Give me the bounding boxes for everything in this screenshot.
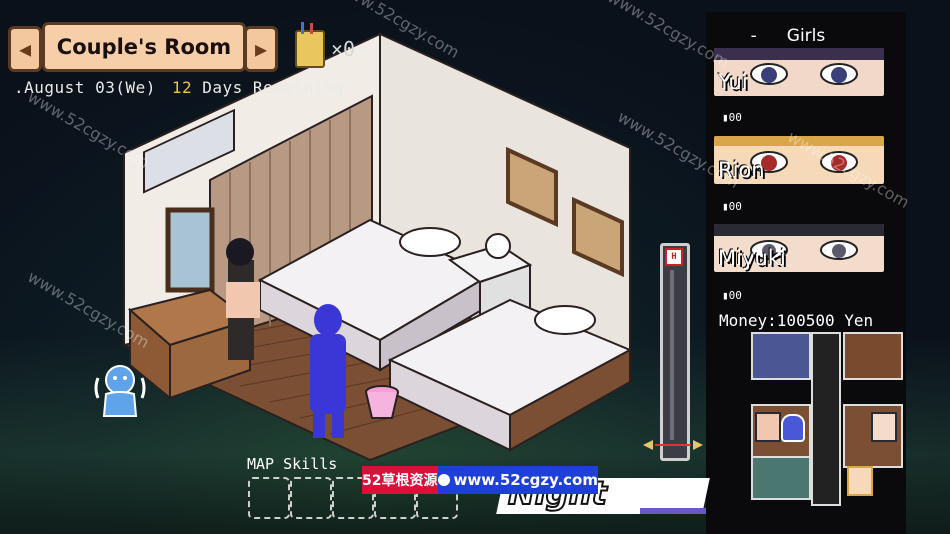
- girl-card-rion[interactable]: Rion: [714, 136, 884, 184]
- date-text: .August 03(We): [14, 78, 156, 97]
- minimap-room[interactable]: [843, 332, 903, 380]
- pencil-cup-icon: [295, 22, 325, 68]
- money-display: Money:100500 Yen: [719, 311, 874, 330]
- girl-name: Yui: [718, 70, 748, 94]
- girls-panel: -Girls- Yui ▮00 Rion ▮00: [706, 12, 906, 534]
- minimap-girl-icon: [755, 412, 781, 442]
- girl-card-miyuki[interactable]: Miyuki: [714, 224, 884, 272]
- player-avatar-icon[interactable]: [92, 360, 148, 420]
- minimap-player-icon: [781, 414, 805, 442]
- item-count: ×0: [331, 37, 356, 61]
- days-remaining-number: 12: [171, 78, 193, 97]
- banner-site-name: 52草根资源: [362, 466, 438, 494]
- date-line: .August 03(We) 12 Days Remaining: [14, 78, 344, 97]
- girl-card-yui[interactable]: Yui: [714, 48, 884, 96]
- girl-status: ▮00: [722, 111, 742, 124]
- girl-name: Rion: [718, 158, 765, 182]
- minimap-room[interactable]: [751, 456, 811, 500]
- next-room-button[interactable]: ▶: [244, 26, 278, 72]
- prev-room-button[interactable]: ◀: [8, 26, 42, 72]
- minimap[interactable]: [751, 332, 903, 512]
- minimap-room[interactable]: [751, 332, 811, 380]
- girl-status: ▮00: [722, 200, 742, 213]
- girl-status: ▮00: [722, 289, 742, 302]
- slider-track: [670, 270, 674, 440]
- days-remaining-label: Days Remaining: [202, 78, 345, 97]
- room-title-plate: ◀ Couple's Room ▶: [8, 22, 278, 72]
- minimap-girl-icon: [871, 412, 897, 442]
- banner-url: www.52cgzy.com: [437, 466, 598, 494]
- skill-slot-1[interactable]: [248, 477, 290, 519]
- slider-marker[interactable]: [643, 440, 703, 450]
- time-slider[interactable]: H: [643, 243, 703, 461]
- slider-top-icon: H: [665, 248, 683, 266]
- minimap-girl-icon: [847, 466, 873, 496]
- room-name: Couple's Room: [42, 22, 246, 72]
- site-banner[interactable]: 52草根资源 www.52cgzy.com: [362, 466, 598, 494]
- item-counter: ×0: [295, 22, 356, 68]
- minimap-corridor: [811, 332, 841, 506]
- map-skills-label: MAP Skills: [247, 455, 338, 473]
- globe-icon: [437, 474, 450, 486]
- girl-name: Miyuki: [718, 246, 786, 270]
- skill-slot-2[interactable]: [290, 477, 332, 519]
- time-accent-bar: [640, 508, 706, 514]
- girls-header: -Girls-: [750, 26, 826, 46]
